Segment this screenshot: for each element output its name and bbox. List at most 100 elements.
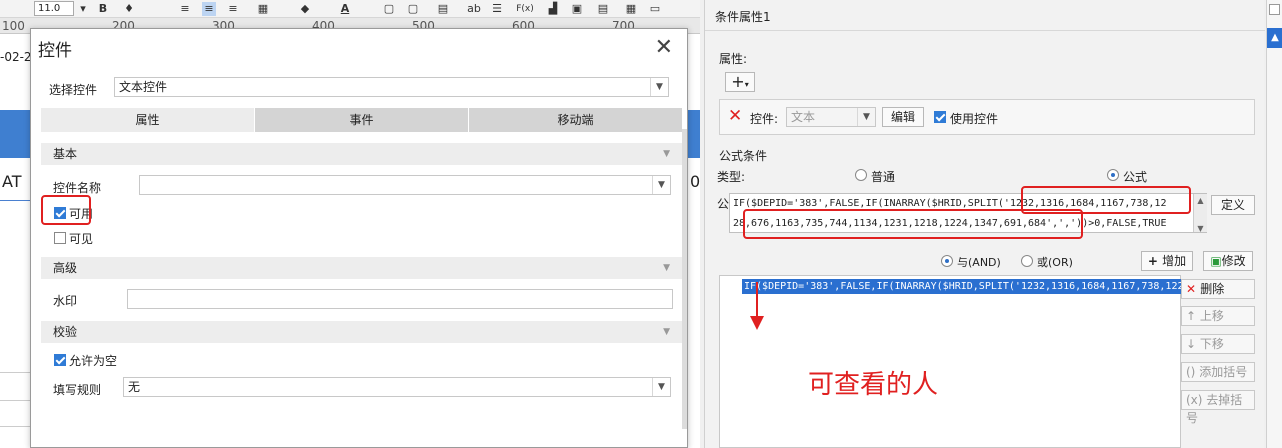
tab-events[interactable]: 事件	[255, 108, 468, 132]
bracket-icon: ()	[1186, 365, 1200, 379]
control-group: ✕ 控件: 文本 ▼ 编辑 使用控件	[719, 99, 1255, 135]
control-type-value: 文本	[791, 110, 816, 124]
arrow-down-icon: ↓	[1186, 337, 1200, 351]
highlight-box	[41, 195, 91, 225]
chevron-down-icon[interactable]: ▾	[76, 2, 90, 16]
image-icon[interactable]: ▣	[570, 2, 584, 16]
annotation-arrow-icon	[750, 282, 764, 330]
table-icon[interactable]: ☰	[490, 2, 504, 16]
align-center-icon[interactable]: ≡	[202, 2, 216, 16]
text-color-icon[interactable]: A	[338, 2, 352, 16]
move-down-button[interactable]: ↓ 下移	[1181, 334, 1255, 354]
or-radio[interactable]	[1021, 255, 1033, 267]
subreport-icon[interactable]: ▤	[596, 2, 610, 16]
fill-color-icon[interactable]: ◆	[298, 2, 312, 16]
dialog-title: 控件	[38, 41, 72, 61]
font-color-icon[interactable]: ♦	[122, 2, 136, 16]
list-item[interactable]: IF($DEPID='383',FALSE,IF(INARRAY($HRID,S…	[742, 279, 1192, 294]
watermark-input[interactable]	[127, 289, 673, 309]
add-condition-button[interactable]: + 增加	[1141, 251, 1193, 271]
control-label: 控件:	[750, 112, 779, 126]
chevron-down-icon[interactable]: ▼	[652, 176, 670, 194]
chart-icon[interactable]: ▟	[546, 2, 560, 16]
insert-icon[interactable]: ▤	[436, 2, 450, 16]
formatting-toolbar: 11.0 ▾ B ♦ ≡ ≡ ≡ ▦ ◆ A ▢ ▢ ▤ ab ☰ F(x) ▟…	[0, 0, 700, 18]
move-up-label: 上移	[1199, 309, 1224, 323]
remove-icon[interactable]: ✕	[728, 108, 742, 125]
section-validation[interactable]: 校验 ▼	[41, 321, 682, 343]
formula-button-label: F(x)	[516, 4, 534, 14]
define-button[interactable]: 定义	[1211, 195, 1255, 215]
text-button[interactable]: ab	[464, 2, 484, 16]
type-formula-label: 公式	[1123, 170, 1148, 184]
allow-empty-label: 允许为空	[69, 354, 118, 368]
chevron-down-icon: ▾	[744, 80, 749, 89]
select-control-value: 文本控件	[119, 80, 168, 94]
cell-at[interactable]: AT	[2, 172, 21, 191]
move-up-button[interactable]: ↑ 上移	[1181, 306, 1255, 326]
chevron-down-icon[interactable]: ▼	[857, 108, 875, 126]
dialog-tabs: 属性 事件 移动端	[41, 108, 682, 132]
condition-properties-panel: 条件属性1 属性: +▾ ✕ 控件: 文本 ▼ 编辑 使用控件 公式条件 类型:…	[704, 0, 1265, 448]
control-name-combo[interactable]: ▼	[139, 175, 671, 195]
fill-rule-value: 无	[128, 380, 141, 394]
dialog-scrollbar[interactable]	[682, 129, 687, 429]
border-icon[interactable]: ▦	[256, 2, 270, 16]
align-right-icon[interactable]: ≡	[226, 2, 240, 16]
formula-scrollbar[interactable]: ▲ ▼	[1193, 194, 1207, 233]
checkbox-icon[interactable]	[1269, 4, 1280, 15]
modify-label: 修改	[1221, 254, 1246, 268]
cell-border	[0, 372, 30, 373]
visible-checkbox[interactable]	[54, 232, 66, 244]
delete-button[interactable]: ✕ 删除	[1181, 279, 1255, 299]
remove-bracket-button[interactable]: (x) 去掉括号	[1181, 390, 1255, 425]
and-label: 与(AND)	[957, 256, 1001, 269]
bold-button[interactable]: B	[96, 2, 110, 16]
type-normal-label: 普通	[871, 170, 896, 184]
cell-border	[0, 200, 30, 201]
tab-mobile[interactable]: 移动端	[469, 108, 682, 132]
cell-zero[interactable]: 0	[690, 172, 700, 191]
divider	[705, 30, 1265, 31]
align-left-icon[interactable]: ≡	[178, 2, 192, 16]
chevron-down-icon[interactable]: ▼	[663, 321, 670, 343]
chevron-down-icon[interactable]: ▼	[650, 78, 668, 96]
plus-icon: +	[731, 72, 745, 91]
tab-properties[interactable]: 属性	[41, 108, 254, 132]
formula-button[interactable]: F(x)	[514, 2, 536, 16]
condition-list[interactable]: IF($DEPID='383',FALSE,IF(INARRAY($HRID,S…	[719, 275, 1192, 448]
section-basic[interactable]: 基本 ▼	[41, 143, 682, 165]
merge-icon[interactable]: ▢	[406, 2, 420, 16]
edit-button[interactable]: 编辑	[882, 107, 924, 127]
collapse-arrow-icon[interactable]: ▲	[1267, 28, 1282, 48]
fill-rule-combo[interactable]: 无 ▼	[123, 377, 671, 397]
move-down-label: 下移	[1199, 337, 1224, 351]
plus-icon: +	[1147, 254, 1163, 268]
use-control-checkbox[interactable]	[934, 111, 946, 123]
type-formula-radio[interactable]	[1107, 169, 1119, 181]
control-type-combo[interactable]: 文本 ▼	[786, 107, 876, 127]
cell-border	[0, 400, 30, 401]
type-label: 类型:	[717, 170, 746, 184]
delete-icon: ✕	[1186, 282, 1201, 296]
widget-icon[interactable]: ▦	[624, 2, 638, 16]
visible-label: 可见	[69, 232, 94, 246]
cell-icon[interactable]: ▢	[382, 2, 396, 16]
chevron-down-icon[interactable]: ▼	[663, 257, 670, 279]
attr-label: 属性:	[719, 52, 748, 66]
chevron-down-icon[interactable]: ▼	[652, 378, 670, 396]
and-radio[interactable]	[941, 255, 953, 267]
select-control-combo[interactable]: 文本控件 ▼	[114, 77, 669, 97]
add-bracket-button[interactable]: () 添加括号	[1181, 362, 1255, 382]
type-normal-radio[interactable]	[855, 169, 867, 181]
panel-title: 条件属性1	[715, 10, 771, 24]
allow-empty-checkbox[interactable]	[54, 354, 66, 366]
section-advanced[interactable]: 高级 ▼	[41, 257, 682, 279]
font-size-value: 11.0	[38, 3, 61, 14]
font-size-combo[interactable]: 11.0	[34, 1, 74, 16]
close-icon[interactable]: ✕	[655, 35, 673, 60]
frame-icon[interactable]: ▭	[648, 2, 662, 16]
add-attr-button[interactable]: +▾	[725, 72, 755, 92]
modify-button[interactable]: ▣修改	[1203, 251, 1253, 271]
chevron-down-icon[interactable]: ▼	[663, 143, 670, 165]
